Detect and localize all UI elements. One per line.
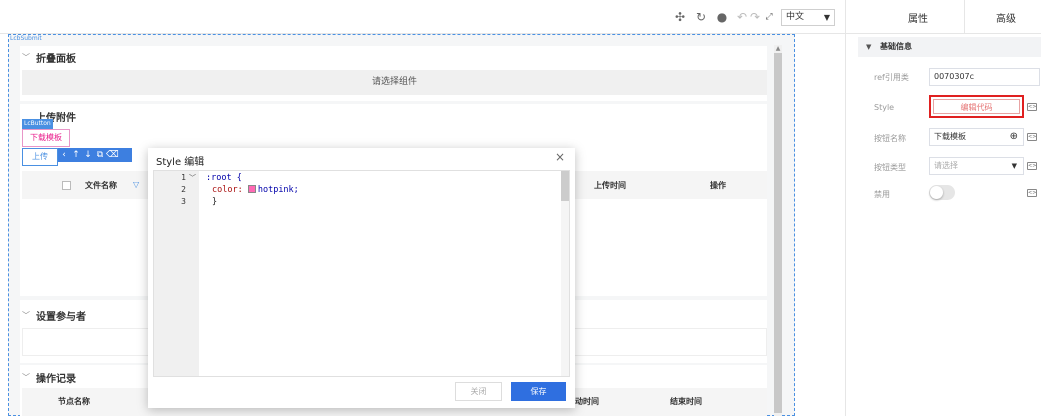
filter-icon[interactable]: ▽	[133, 180, 139, 189]
brush-icon[interactable]: ✣	[673, 10, 687, 24]
chevron-down-icon: ▼	[1011, 162, 1017, 170]
arrow-down-icon[interactable]: ↓	[82, 148, 94, 162]
top-toolbar: ✣ ↻ ● ↶ ↷ ⤢ 中文 ▼ 注销	[0, 0, 855, 41]
canvas-scrollbar[interactable]: ▲	[774, 45, 782, 416]
component-tag: LcButton	[22, 119, 53, 129]
style-edit-modal: Style 编辑 × 1 ﹀ 2 3 :root { color: hotpin…	[148, 148, 575, 408]
delete-icon[interactable]: ⌫	[106, 148, 119, 162]
line-number: 1	[181, 173, 186, 182]
edit-code-label: 编辑代码	[933, 99, 1020, 114]
column-header: 操作	[710, 181, 726, 190]
language-select[interactable]: 中文 ▼	[781, 9, 835, 26]
copy-icon[interactable]: ⧉	[94, 148, 106, 162]
panel-tabs: 属性 高级	[846, 0, 1041, 34]
select-all-checkbox[interactable]	[62, 181, 71, 190]
tab-divider	[964, 0, 965, 34]
scrollbar-thumb[interactable]	[774, 53, 782, 413]
column-header: 节点名称	[58, 397, 90, 406]
close-icon[interactable]: ×	[555, 150, 565, 164]
code-selector: :root {	[206, 173, 242, 183]
edit-code-button[interactable]: 编辑代码	[929, 95, 1024, 118]
code-editor[interactable]: 1 ﹀ 2 3 :root { color: hotpink; }	[153, 170, 570, 377]
redo-icon[interactable]: ↷	[748, 10, 762, 24]
code-line: :root {	[206, 173, 242, 183]
save-button[interactable]: 保存	[511, 382, 566, 401]
code-close-brace: }	[212, 197, 218, 207]
scroll-up-icon[interactable]: ▲	[774, 45, 782, 53]
button-name-label: 按钮名称	[874, 134, 906, 143]
select-placeholder: 请选择	[934, 161, 958, 170]
line-number: 3	[181, 197, 186, 206]
tab-properties[interactable]: 属性	[908, 10, 928, 25]
participants-title: 设置参与者	[36, 312, 86, 323]
chevron-down-icon[interactable]: ﹀	[22, 310, 30, 321]
refresh-icon[interactable]: ↻	[694, 10, 708, 24]
collapse-panel-title: 折叠面板	[36, 54, 76, 65]
component-ops-bar: ‹ ↑ ↓ ⧉ ⌫	[58, 148, 132, 162]
scrollbar-thumb[interactable]	[561, 171, 569, 201]
fullscreen-icon[interactable]: ⤢	[762, 10, 776, 24]
code-value: hotpink;	[257, 185, 299, 195]
column-header: 文件名称	[85, 181, 117, 190]
properties-panel: 属性 高级 ▼ 基础信息 ref引用类 0070307c Style 编辑代码 …	[845, 0, 1041, 416]
binding-icon[interactable]: <>	[1027, 133, 1037, 141]
tab-advanced[interactable]: 高级	[996, 10, 1016, 25]
chevron-down-icon[interactable]: ﹀	[22, 372, 30, 383]
code-line: }	[212, 197, 217, 207]
binding-icon[interactable]: <>	[1027, 103, 1037, 111]
triangle-down-icon: ▼	[866, 43, 872, 51]
canvas-component-label: LcbSubmit	[10, 35, 42, 42]
disabled-toggle[interactable]	[929, 185, 955, 200]
ref-input[interactable]: 0070307c	[929, 68, 1040, 86]
line-number: 2	[181, 185, 186, 194]
button-name-input[interactable]: 下载模板 ⊕	[929, 128, 1024, 146]
code-property: color:	[212, 185, 243, 195]
disabled-label: 禁用	[874, 190, 890, 199]
language-value: 中文	[786, 12, 805, 22]
component-placeholder[interactable]: 请选择组件	[22, 70, 767, 95]
chevron-left-icon[interactable]: ‹	[58, 148, 70, 162]
chevron-down-icon: ▼	[823, 13, 830, 22]
editor-scrollbar[interactable]	[561, 171, 569, 376]
play-icon[interactable]: ●	[715, 10, 729, 24]
column-header: 上传时间	[594, 181, 626, 190]
color-swatch[interactable]	[247, 185, 256, 193]
line-gutter: 1 ﹀ 2 3	[154, 171, 199, 376]
column-header: 结束时间	[670, 397, 702, 406]
column-header: 动时间	[575, 397, 599, 406]
fold-icon[interactable]: ﹀	[189, 173, 196, 183]
binding-icon[interactable]: <>	[1027, 162, 1037, 170]
button-name-value: 下载模板	[934, 132, 966, 141]
binding-icon[interactable]: <>	[1027, 189, 1037, 197]
basic-info-group[interactable]: ▼ 基础信息	[858, 37, 1041, 57]
button-type-select[interactable]: 请选择 ▼	[929, 157, 1024, 175]
records-title: 操作记录	[36, 374, 76, 385]
group-title: 基础信息	[880, 42, 912, 51]
upload-button[interactable]: 上传	[22, 148, 58, 166]
close-button[interactable]: 关闭	[455, 382, 502, 401]
toggle-knob	[930, 186, 943, 199]
modal-title: Style 编辑	[156, 157, 205, 168]
globe-icon[interactable]: ⊕	[1010, 129, 1018, 145]
button-type-label: 按钮类型	[874, 163, 906, 172]
chevron-down-icon[interactable]: ﹀	[22, 52, 30, 63]
download-template-button[interactable]: 下载模板	[22, 129, 70, 147]
code-line: color: hotpink;	[212, 185, 299, 195]
ref-label: ref引用类	[874, 73, 909, 82]
arrow-up-icon[interactable]: ↑	[70, 148, 82, 162]
style-label: Style	[874, 103, 895, 112]
undo-icon[interactable]: ↶	[735, 10, 749, 24]
